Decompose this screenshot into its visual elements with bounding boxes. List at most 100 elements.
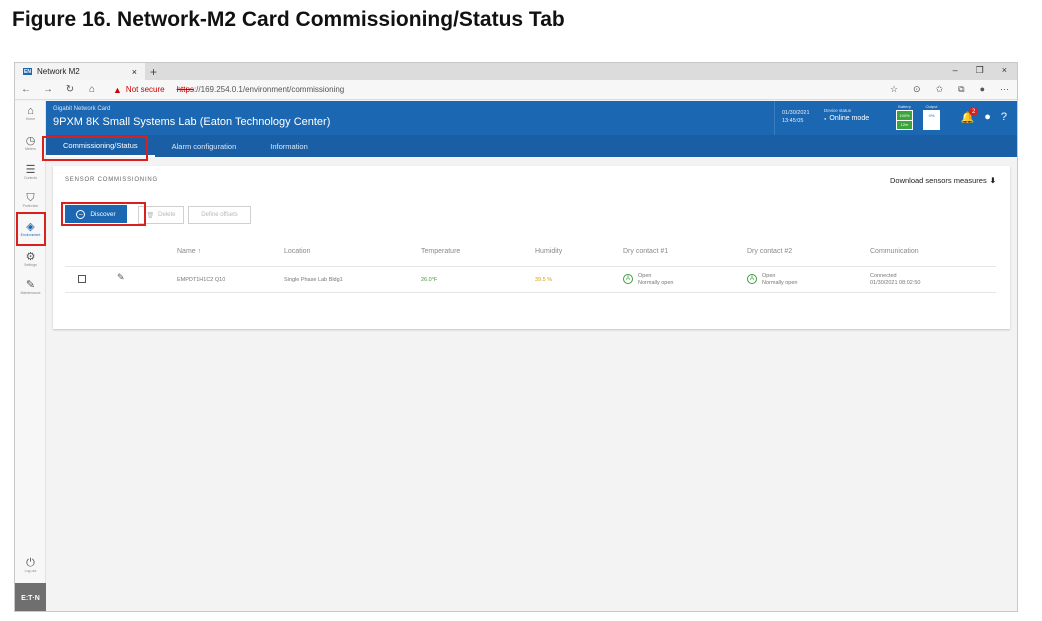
sidebar-item-label: Settings [24, 263, 37, 267]
eaton-favicon-icon: EN [23, 68, 32, 75]
browser-toolbar-icons: ☆ ⊙ ✩ ⧉ ● ⋯ [890, 84, 1009, 95]
battery-status: Battery 100% 12m [896, 104, 913, 130]
browser-tab[interactable]: EN Network M2 × [15, 63, 145, 80]
card-type: Gigabit Network Card [53, 106, 111, 112]
column-header-name[interactable]: Name ↑ [177, 248, 201, 255]
sidebar: ⌂ Home ◷ Meters ☰ Controls ⛉ Protection … [15, 101, 46, 611]
output-icon: 0% [923, 110, 940, 130]
discover-highlight [61, 202, 146, 226]
favorite-star-icon[interactable]: ☆ [890, 84, 898, 95]
not-secure-label[interactable]: Not secure [126, 85, 165, 94]
url-scheme: https [176, 85, 194, 94]
tab-close-icon[interactable]: × [132, 67, 137, 77]
environment-highlight [16, 212, 46, 246]
power-icon: ⏻ [26, 557, 35, 569]
column-header-humidity[interactable]: Humidity [535, 248, 562, 255]
forward-icon[interactable]: → [37, 84, 59, 95]
help-icon[interactable]: ? [1001, 111, 1007, 124]
minimize-icon[interactable]: – [953, 65, 958, 76]
dry-contact-1-mode: Normally open [638, 280, 674, 286]
battery-charge: 100% [897, 111, 912, 120]
sidebar-item-maintenance[interactable]: ✎ Maintenance [15, 279, 46, 296]
column-header-location[interactable]: Location [284, 248, 310, 255]
profile-icon[interactable]: ● [980, 84, 985, 95]
sidebar-item-home[interactable]: ⌂ Home [15, 105, 46, 122]
warning-icon: ▲ [113, 84, 122, 95]
row-checkbox[interactable] [78, 275, 86, 283]
sidebar-item-label: Protection [22, 204, 39, 208]
sidebar-item-label: Controls [23, 176, 38, 180]
app-header: Gigabit Network Card 9PXM 8K Small Syste… [46, 101, 1017, 135]
collections-icon[interactable]: ⧉ [958, 84, 964, 95]
column-header-temperature[interactable]: Temperature [421, 248, 460, 255]
home-browser-icon[interactable]: ⌂ [81, 84, 103, 95]
extension-icon[interactable]: ⊙ [913, 84, 921, 95]
battery-icon: 100% 12m [896, 110, 913, 130]
header-time: 13:45:05 [782, 118, 804, 124]
browser-tab-bar: EN Network M2 × + – ❐ × [15, 63, 1017, 80]
edit-pencil-icon[interactable]: ✎ [117, 272, 125, 283]
commissioning-tab-highlight [42, 136, 148, 161]
sidebar-item-logout[interactable]: ⏻ Log out [15, 557, 46, 574]
card-name: 9PXM 8K Small Systems Lab (Eaton Technol… [53, 116, 331, 128]
download-icon: ⬇ [989, 176, 996, 185]
output-label: Output [925, 104, 938, 109]
column-header-communication[interactable]: Communication [870, 248, 919, 255]
column-header-dry-contact-2[interactable]: Dry contact #2 [747, 248, 792, 255]
sidebar-item-label: Log out [24, 569, 37, 573]
download-sensors-link[interactable]: Download sensors measures ⬇ [890, 176, 996, 185]
window-close-icon[interactable]: × [1002, 65, 1007, 76]
eaton-logo: E:T·N [15, 583, 46, 611]
row-humidity: 39.5 % [535, 277, 553, 283]
dry-contact-1-state: Open [638, 273, 652, 279]
table-header-divider [65, 266, 996, 267]
address-bar: ← → ↻ ⌂ ▲ Not secure https://169.254.0.1… [15, 80, 1017, 100]
row-name: EMPDT1H1C2 Q10 [177, 277, 226, 283]
sub-navigation: Commissioning/Status Alarm configuration… [46, 135, 1017, 157]
sidebar-item-settings[interactable]: ⚙ Settings [15, 251, 46, 268]
url-field[interactable]: https://169.254.0.1/environment/commissi… [177, 85, 345, 94]
define-offsets-button[interactable]: Define offsets [188, 206, 251, 224]
row-temperature: 26.0°F [421, 277, 438, 283]
dry-contact-2-state: Open [762, 273, 776, 279]
shield-icon: ⛉ [26, 192, 35, 204]
output-extra [924, 119, 939, 129]
settings-icon: ⚙ [25, 251, 36, 263]
table-row-divider [65, 292, 996, 293]
tab-alarm-configuration[interactable]: Alarm configuration [155, 135, 254, 157]
define-offsets-label: Define offsets [201, 212, 238, 218]
sidebar-item-protection[interactable]: ⛉ Protection [15, 192, 46, 209]
favorites-icon[interactable]: ✩ [936, 84, 944, 95]
column-header-dry-contact-1[interactable]: Dry contact #1 [623, 248, 668, 255]
refresh-icon[interactable]: ↻ [59, 84, 81, 95]
header-divider [774, 101, 775, 135]
notification-badge: 2 [969, 107, 979, 116]
dry-contact-2-mode: Normally open [762, 280, 798, 286]
header-datetime: 01/30/2021 13:45:05 [782, 109, 810, 125]
tab-title: Network M2 [37, 67, 80, 76]
notifications-bell-icon[interactable]: 🔔 2 [961, 107, 979, 124]
header-date: 01/30/2021 [782, 110, 810, 116]
more-menu-icon[interactable]: ⋯ [1000, 84, 1009, 95]
sliders-icon: ☰ [25, 164, 36, 176]
dry-contact-2-icon: A [747, 274, 757, 284]
battery-runtime: 12m [897, 119, 912, 129]
device-status-label: Device status [824, 108, 852, 113]
back-icon[interactable]: ← [15, 84, 37, 95]
app-area: ⌂ Home ◷ Meters ☰ Controls ⛉ Protection … [15, 101, 1017, 611]
sensor-commissioning-panel: SENSOR COMMISSIONING Download sensors me… [53, 166, 1010, 329]
browser-window: EN Network M2 × + – ❐ × ← → ↻ ⌂ ▲ Not se… [14, 62, 1018, 612]
user-account-icon[interactable]: ● [984, 111, 991, 124]
url-path: ://169.254.0.1/environment/commissioning [193, 85, 345, 94]
tab-information[interactable]: Information [253, 135, 325, 157]
communication-status: Connected [870, 273, 897, 279]
new-tab-button[interactable]: + [150, 65, 157, 79]
output-status: Output 0% [923, 104, 940, 130]
sidebar-item-controls[interactable]: ☰ Controls [15, 164, 46, 181]
home-icon: ⌂ [27, 105, 34, 117]
maximize-icon[interactable]: ❐ [976, 65, 984, 76]
dry-contact-1-icon: A [623, 274, 633, 284]
window-controls: – ❐ × [953, 65, 1007, 76]
battery-label: Battery [898, 104, 911, 109]
device-status-value: Online mode [824, 115, 869, 122]
